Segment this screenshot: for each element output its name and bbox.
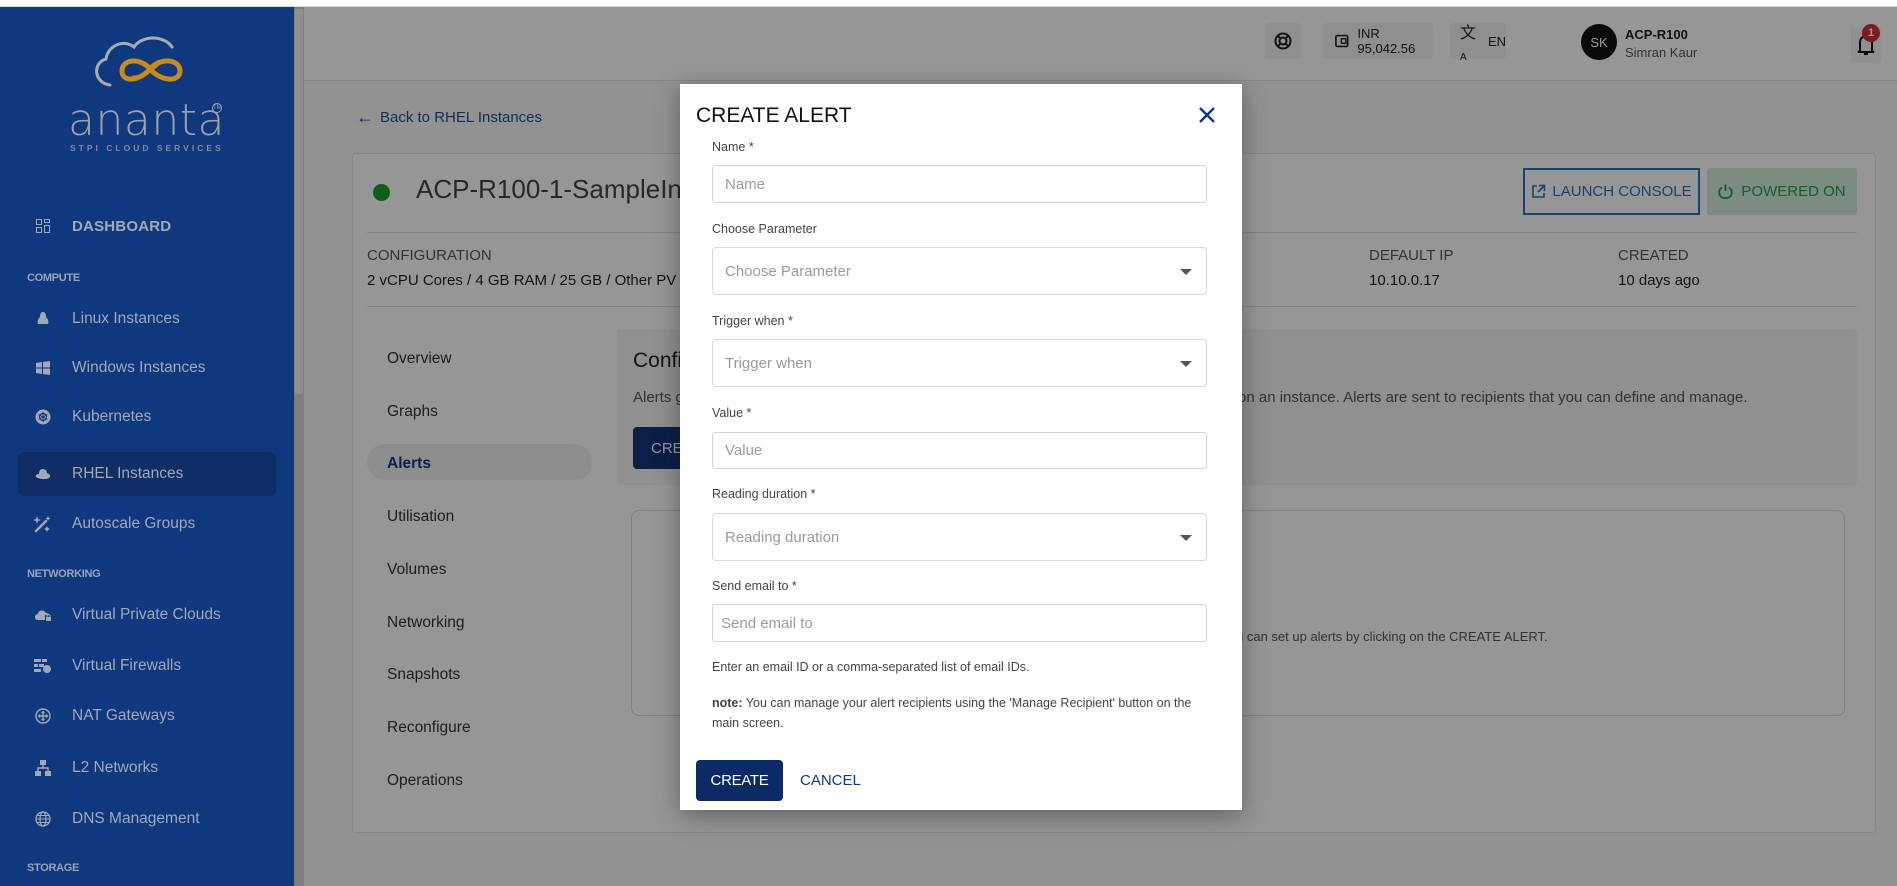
value-label: Value * [712, 406, 752, 420]
cancel-button[interactable]: CANCEL [800, 760, 861, 801]
firewall-icon [32, 657, 54, 675]
dropdown-caret-icon [1180, 535, 1192, 541]
redhat-icon [32, 465, 54, 483]
trigger-select[interactable]: Trigger when [712, 339, 1207, 387]
duration-label: Reading duration * [712, 487, 816, 501]
cloud-infinity-icon [95, 36, 183, 87]
sidebar-section-storage: STORAGE [27, 862, 80, 874]
sidebar-item-label: Kubernetes [72, 408, 152, 425]
sidebar-item-virtual-firewalls[interactable]: Virtual Firewalls [18, 644, 276, 688]
sidebar-item-virtual-private-clouds[interactable]: Virtual Private Clouds [18, 593, 276, 637]
sidebar-item-nat-gateways[interactable]: NAT Gateways [18, 694, 276, 738]
ananta-logo[interactable]: ananta TM STPI CLOUD SERVICES [60, 33, 230, 153]
create-alert-dialog: CREATE ALERT Name * Choose Parameter Cho… [680, 84, 1242, 810]
sidebar: ananta TM STPI CLOUD SERVICES DASHBOARD … [0, 7, 294, 886]
sidebar-item-label: DASHBOARD [72, 217, 172, 235]
trigger-label: Trigger when * [712, 314, 793, 328]
note-label: note: [712, 696, 743, 710]
globe-icon [32, 810, 54, 828]
sidebar-item-kubernetes[interactable]: Kubernetes [18, 395, 276, 439]
sidebar-item-label: Linux Instances [72, 310, 180, 327]
dropdown-caret-icon [1180, 361, 1192, 367]
dialog-title: CREATE ALERT [696, 104, 852, 127]
sidebar-item-windows-instances[interactable]: Windows Instances [18, 346, 276, 390]
scrollbar-thumb[interactable] [295, 9, 303, 394]
sidebar-item-dns-management[interactable]: DNS Management [18, 797, 276, 841]
name-label: Name * [712, 140, 754, 154]
sidebar-item-label: Windows Instances [72, 359, 206, 376]
dashboard-grid-icon [32, 217, 54, 235]
sidebar-item-label: DNS Management [72, 810, 200, 827]
logo-tagline: STPI CLOUD SERVICES [70, 143, 224, 153]
cloud-lock-icon [32, 606, 54, 624]
sidebar-item-label: Virtual Firewalls [72, 657, 182, 674]
email-label: Send email to * [712, 579, 797, 593]
name-input[interactable] [712, 165, 1207, 203]
sidebar-item-label: RHEL Instances [72, 465, 184, 482]
nat-gateway-icon [32, 707, 54, 725]
dropdown-caret-icon [1180, 269, 1192, 275]
network-icon [32, 759, 54, 777]
sidebar-section-networking: NETWORKING [27, 568, 101, 580]
parameter-label: Choose Parameter [712, 222, 817, 236]
note-text: You can manage your alert recipients usi… [712, 696, 1192, 730]
sidebar-item-label: L2 Networks [72, 759, 159, 776]
sidebar-item-autoscale-groups[interactable]: Autoscale Groups [18, 502, 276, 546]
sidebar-item-rhel-instances[interactable]: RHEL Instances [18, 452, 276, 496]
kubernetes-icon [32, 408, 54, 426]
recipient-note: note: You can manage your alert recipien… [712, 693, 1212, 733]
trigger-placeholder: Trigger when [725, 354, 812, 372]
create-button[interactable]: CREATE [696, 760, 783, 801]
sidebar-item-dashboard[interactable]: DASHBOARD [18, 204, 276, 248]
sidebar-item-label: Virtual Private Clouds [72, 606, 221, 623]
email-input[interactable] [712, 604, 1207, 642]
sidebar-section-compute: COMPUTE [27, 272, 80, 284]
duration-select[interactable]: Reading duration [712, 513, 1207, 561]
close-icon [1199, 107, 1215, 123]
browser-top-strip [0, 0, 1897, 7]
duration-placeholder: Reading duration [725, 528, 840, 546]
windows-icon [32, 359, 54, 377]
parameter-placeholder: Choose Parameter [725, 262, 851, 280]
linux-icon [32, 310, 54, 328]
sidebar-item-label: NAT Gateways [72, 707, 175, 724]
parameter-select[interactable]: Choose Parameter [712, 247, 1207, 295]
trademark-mark: TM [212, 103, 222, 113]
magic-wand-icon [32, 515, 54, 533]
logo-wordmark: ananta [68, 95, 225, 146]
close-button[interactable] [1198, 106, 1220, 128]
sidebar-scrollbar[interactable] [294, 7, 304, 886]
sidebar-item-label: Autoscale Groups [72, 515, 196, 532]
email-help-text: Enter an email ID or a comma-separated l… [712, 660, 1030, 674]
sidebar-item-linux-instances[interactable]: Linux Instances [18, 297, 276, 341]
sidebar-item-l2-networks[interactable]: L2 Networks [18, 746, 276, 790]
value-input[interactable] [712, 432, 1207, 469]
